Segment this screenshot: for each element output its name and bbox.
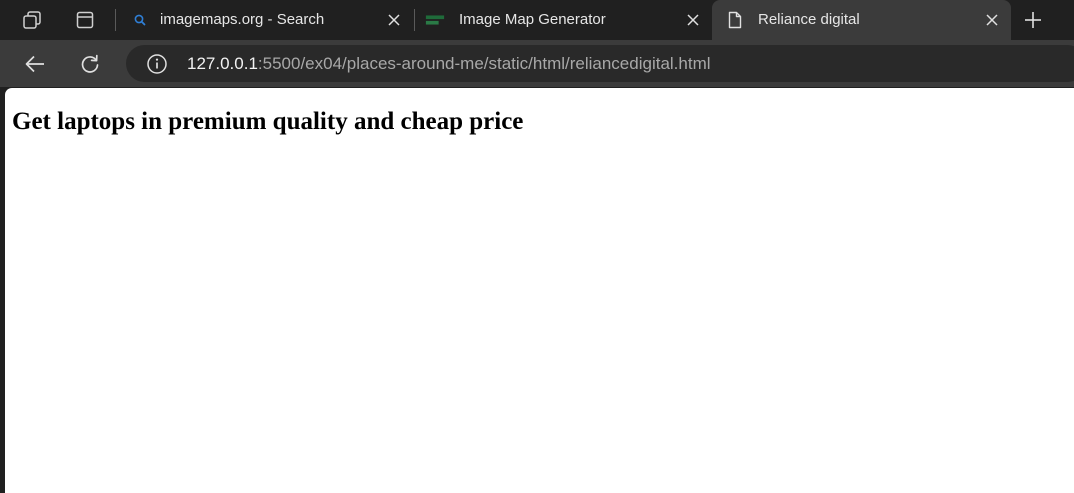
page-icon <box>725 10 745 30</box>
close-tab-button[interactable] <box>384 10 404 30</box>
back-button[interactable] <box>19 48 51 80</box>
tab-reliance-digital[interactable]: Reliance digital <box>712 0 1011 40</box>
url-text[interactable]: 127.0.0.1:5500/ex04/places-around-me/sta… <box>187 54 711 74</box>
close-icon <box>388 14 400 26</box>
tab-title: imagemaps.org - Search <box>160 11 325 28</box>
workspaces-icon <box>23 11 41 29</box>
tab-strip: imagemaps.org - Search Image Map Generat… <box>0 0 1074 40</box>
tab-title: Image Map Generator <box>459 11 606 28</box>
close-tab-button[interactable] <box>683 10 703 30</box>
new-tab-button[interactable] <box>1018 5 1048 35</box>
refresh-icon <box>81 54 99 73</box>
tab-actions-icon <box>76 11 94 29</box>
image-map-favicon <box>425 10 445 30</box>
url-host: 127.0.0.1 <box>187 54 258 73</box>
tab-title: Reliance digital <box>758 11 860 28</box>
search-icon <box>130 10 150 30</box>
close-tab-button[interactable] <box>982 10 1002 30</box>
info-icon[interactable] <box>146 53 168 75</box>
tab-image-map-generator[interactable]: Image Map Generator <box>415 0 711 40</box>
tab-imagemaps-search[interactable]: imagemaps.org - Search <box>116 0 413 40</box>
workspaces-button[interactable] <box>17 5 47 35</box>
url-path: :5500/ex04/places-around-me/static/html/… <box>257 54 711 73</box>
navigation-bar: 127.0.0.1:5500/ex04/places-around-me/sta… <box>0 40 1074 87</box>
plus-icon <box>1025 12 1041 28</box>
back-arrow-icon <box>25 55 44 73</box>
close-icon <box>687 14 699 26</box>
browser-window: imagemaps.org - Search Image Map Generat… <box>0 0 1074 493</box>
page-viewport: Get laptops in premium quality and cheap… <box>5 88 1074 493</box>
tab-actions-button[interactable] <box>70 5 100 35</box>
refresh-button[interactable] <box>74 48 106 80</box>
close-icon <box>986 14 998 26</box>
page-heading: Get laptops in premium quality and cheap… <box>12 108 524 135</box>
address-bar[interactable]: 127.0.0.1:5500/ex04/places-around-me/sta… <box>126 45 1074 82</box>
